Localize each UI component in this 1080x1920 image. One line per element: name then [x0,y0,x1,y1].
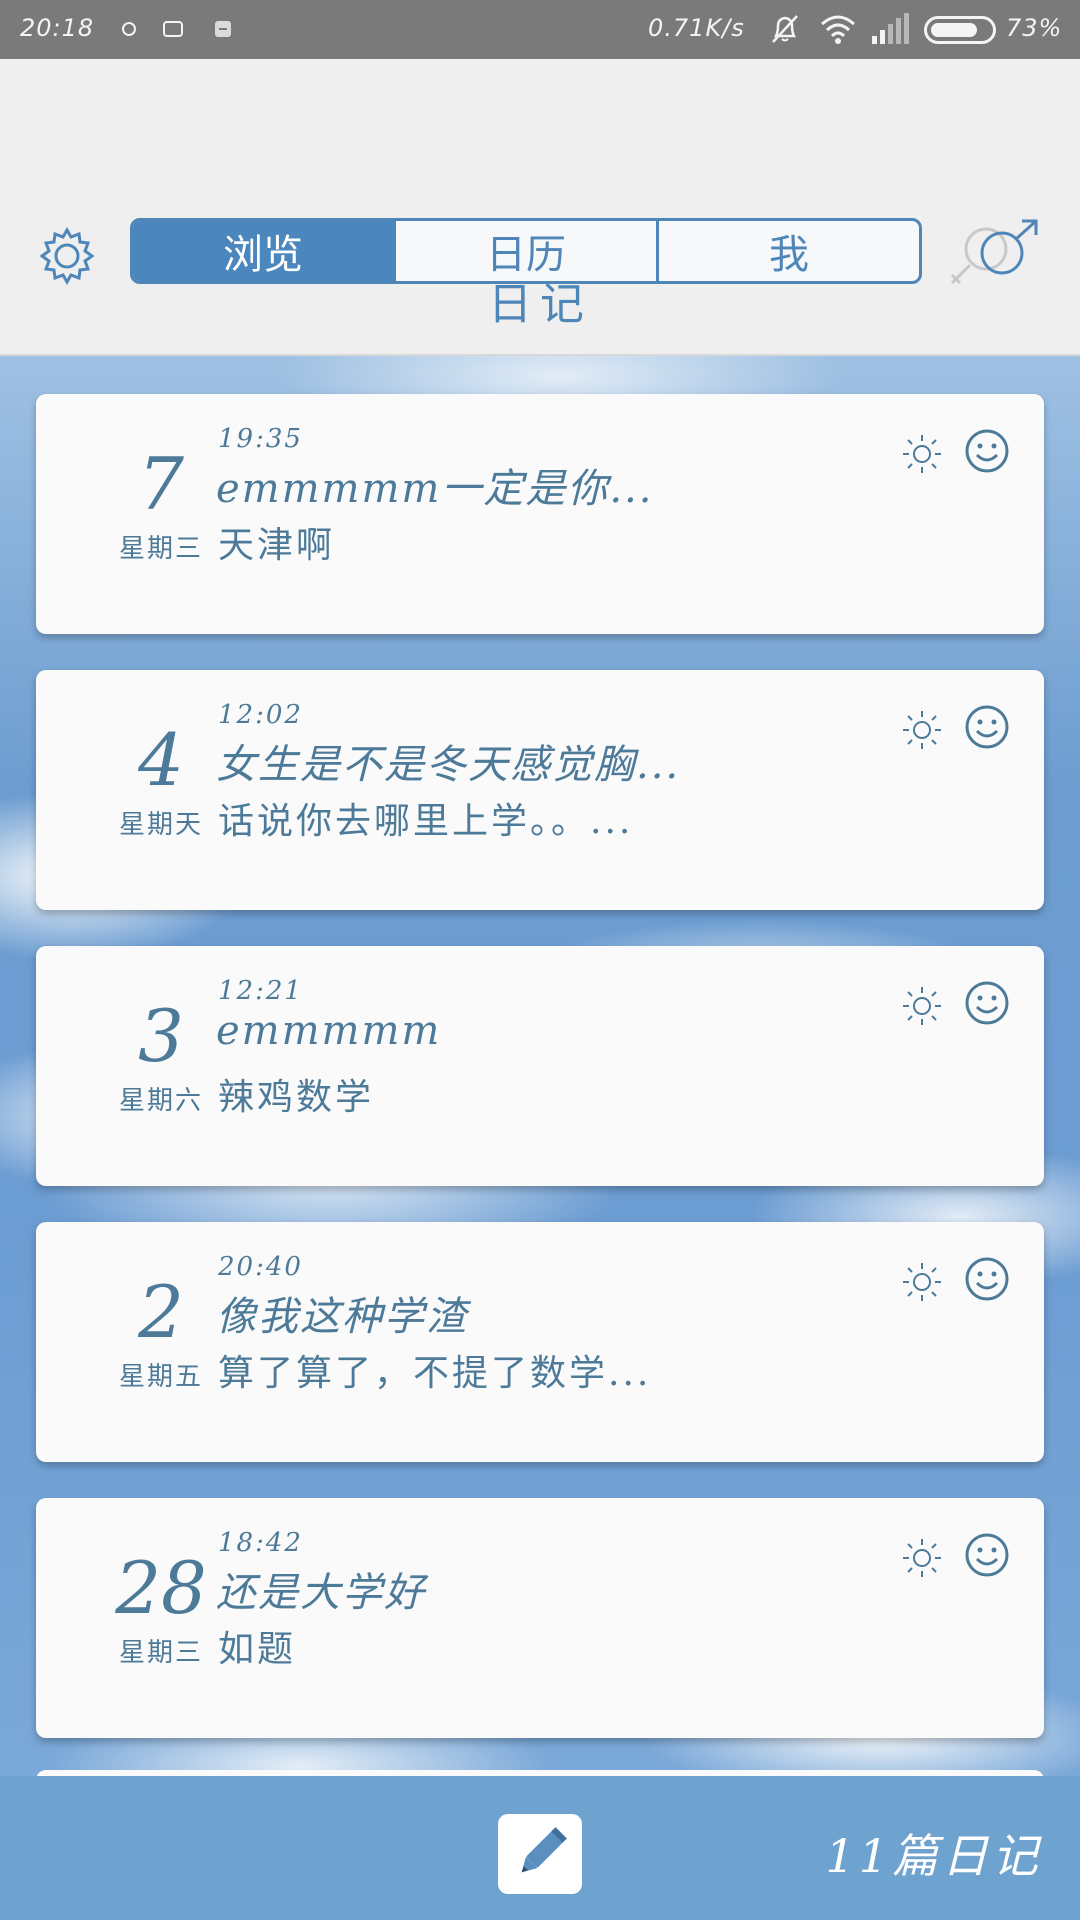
battery-percent: 73% [1006,14,1063,42]
entry-time: 12:21 [218,976,303,1006]
entry-preview: 如题 [218,1629,297,1670]
diary-entry-card[interactable]: 3 星期六 12:21 emmmmm 辣鸡数学 [36,946,1044,1186]
pencil-icon [521,1827,567,1873]
battery-icon [924,16,996,44]
smile-icon [965,705,1009,749]
entry-title: 像我这种学渣 [216,1294,468,1340]
diary-entry-card[interactable]: 7 星期三 19:35 emmmmm一定是你... 天津啊 [36,394,1044,634]
diary-entry-card[interactable]: 2 星期五 20:40 像我这种学渣 算了算了，不提了数学... [36,1222,1044,1462]
mute-icon [772,15,798,43]
sun-icon [903,987,941,1025]
smile-icon [965,981,1009,1025]
hd-icon [163,21,183,37]
sun-icon [903,435,941,473]
circle-notification-icon [122,22,136,36]
entry-preview: 话说你去哪里上学。。... [218,801,634,842]
page-title: 日记 [488,279,592,330]
wifi-icon [821,15,855,44]
entry-time: 18:42 [218,1528,303,1558]
sun-icon [903,1263,941,1301]
status-time: 20:18 [20,14,95,42]
diary-entry-card[interactable]: 28 星期三 18:42 还是大学好 如题 [36,1498,1044,1738]
smile-icon [965,1257,1009,1301]
diary-entry-card[interactable]: 4 星期天 12:02 女生是不是冬天感觉胸... 话说你去哪里上学。。... [36,670,1044,910]
sun-icon [903,1539,941,1577]
entry-time: 12:02 [218,700,303,730]
compose-button[interactable] [498,1814,582,1894]
diary-list: 7 星期三 19:35 emmmmm一定是你... 天津啊 4 星期天 12:0… [0,356,1080,1776]
entry-title: emmmmm [216,1008,442,1054]
smile-icon [965,1533,1009,1577]
entry-preview: 算了算了，不提了数学... [218,1353,652,1394]
message-icon [215,21,231,37]
smile-icon [965,429,1009,473]
entry-count: 11篇日记 [825,1829,1042,1883]
entry-title: emmmmm一定是你... [216,466,654,512]
network-speed: 0.71K/s [648,14,745,42]
entry-time: 19:35 [218,424,303,454]
signal-icon [872,13,909,44]
entry-preview: 天津啊 [218,525,336,566]
entry-title: 女生是不是冬天感觉胸... [216,742,681,788]
entry-time: 20:40 [218,1252,303,1282]
entry-preview: 辣鸡数学 [218,1077,375,1118]
entry-title: 还是大学好 [216,1570,426,1616]
sun-icon [903,711,941,749]
status-bar: 20:18 0.71K/s 73% [0,0,1080,59]
bottom-bar: 11篇日记 [0,1776,1080,1920]
app-header: 浏览 日历 我 日记 [0,59,1080,356]
